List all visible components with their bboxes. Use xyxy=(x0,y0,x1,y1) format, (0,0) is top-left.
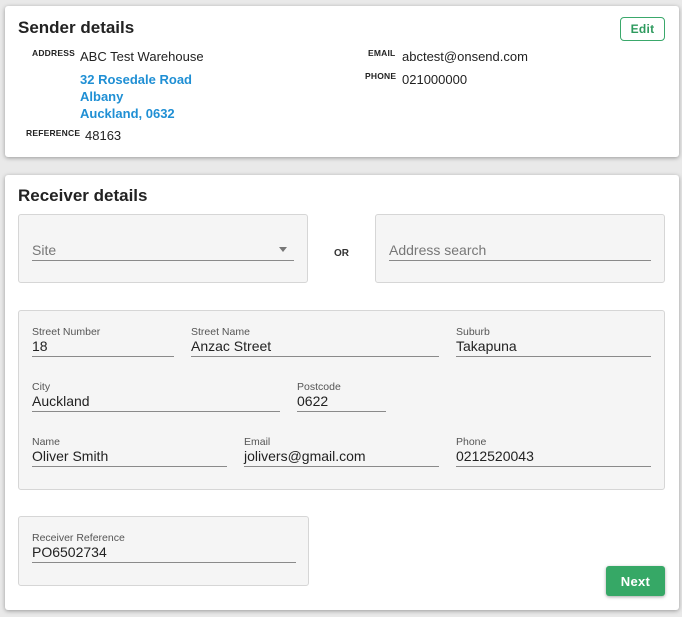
site-panel: Site xyxy=(18,214,308,283)
receiver-details-title: Receiver details xyxy=(18,186,148,205)
address-label: ADDRESS xyxy=(32,48,75,58)
receiver-reference-field[interactable]: Receiver Reference PO6502734 xyxy=(32,532,296,563)
street-name-value: Anzac Street xyxy=(191,338,272,354)
suburb-field[interactable]: Suburb Takapuna xyxy=(456,326,651,357)
phone-label: Phone xyxy=(456,436,487,448)
street-number-label: Street Number xyxy=(32,326,101,338)
phone-label: PHONE xyxy=(365,71,397,81)
street-name-label: Street Name xyxy=(191,326,250,338)
phone-value: 021000000 xyxy=(402,72,468,87)
postcode-value: 0622 xyxy=(297,393,329,409)
receiver-reference-label: Receiver Reference xyxy=(32,532,125,544)
name-label: Name xyxy=(32,436,61,448)
address-search-panel: Address search xyxy=(375,214,665,283)
email-label: Email xyxy=(244,436,271,448)
name-value: Oliver Smith xyxy=(32,448,109,464)
edit-button[interactable]: Edit xyxy=(620,17,665,41)
chevron-down-icon xyxy=(279,247,287,252)
email-label: EMAIL xyxy=(368,48,396,58)
sender-details-title: Sender details xyxy=(18,18,135,37)
phone-field[interactable]: Phone 0212520043 xyxy=(456,436,651,467)
address-line-3: Auckland, 0632 xyxy=(80,106,175,121)
street-number-field[interactable]: Street Number 18 xyxy=(32,326,174,357)
suburb-label: Suburb xyxy=(456,326,490,338)
next-button[interactable]: Next xyxy=(606,566,665,596)
postcode-label: Postcode xyxy=(297,381,341,393)
street-number-value: 18 xyxy=(32,338,48,354)
city-field[interactable]: City Auckland xyxy=(32,381,280,412)
email-value: jolivers@gmail.com xyxy=(244,448,366,464)
email-value: abctest@onsend.com xyxy=(402,49,528,64)
address-name: ABC Test Warehouse xyxy=(80,49,204,64)
sender-details-card: Sender details Edit ADDRESS ABC Test War… xyxy=(5,6,679,157)
address-line-2: Albany xyxy=(80,89,124,104)
city-label: City xyxy=(32,381,51,393)
suburb-value: Takapuna xyxy=(456,338,517,354)
site-select[interactable]: Site xyxy=(32,239,294,261)
city-value: Auckland xyxy=(32,393,90,409)
receiver-reference-panel: Receiver Reference PO6502734 xyxy=(18,516,309,586)
name-field[interactable]: Name Oliver Smith xyxy=(32,436,227,467)
street-name-field[interactable]: Street Name Anzac Street xyxy=(191,326,439,357)
postcode-field[interactable]: Postcode 0622 xyxy=(297,381,386,412)
receiver-reference-value: PO6502734 xyxy=(32,544,107,560)
receiver-address-panel: Street Number 18 Street Name Anzac Stree… xyxy=(18,310,665,490)
address-search-input[interactable]: Address search xyxy=(389,239,651,261)
email-field[interactable]: Email jolivers@gmail.com xyxy=(244,436,439,467)
reference-label: REFERENCE xyxy=(26,128,81,138)
receiver-details-card: Receiver details Site OR Address search … xyxy=(5,175,679,610)
address-line-1: 32 Rosedale Road xyxy=(80,72,192,87)
reference-value: 48163 xyxy=(85,128,122,143)
phone-value: 0212520043 xyxy=(456,448,534,464)
site-placeholder: Site xyxy=(32,242,57,258)
or-label: OR xyxy=(334,248,349,259)
address-search-placeholder: Address search xyxy=(389,242,487,258)
